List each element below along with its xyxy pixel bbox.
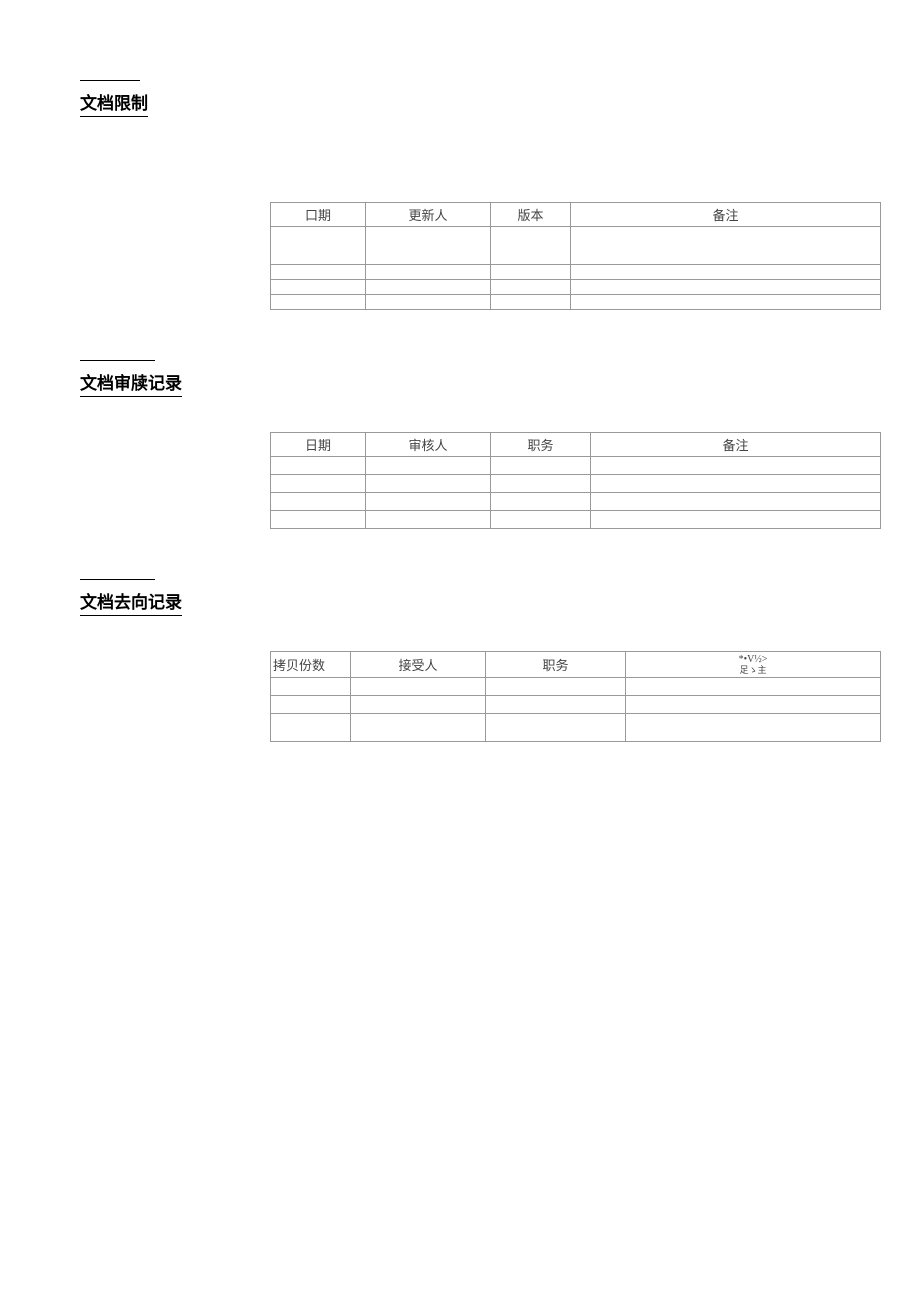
header-note-2: 足ゝ主 [630, 665, 876, 675]
table-row [271, 227, 881, 265]
col-recipient: 接受人 [351, 652, 486, 678]
table-row [271, 295, 881, 310]
table-row [271, 265, 881, 280]
section-document-review: 文档审牍记录 日期 审核人 职务 备注 [80, 360, 840, 529]
col-remark: 备注 [591, 433, 881, 457]
table-distribution: 拷贝份数 接受人 职务 *•V½> 足ゝ主 [270, 651, 881, 742]
col-date: 日期 [271, 433, 366, 457]
section-document-distribution: 文档去向记录 拷贝份数 接受人 职务 *•V½> 足ゝ主 [80, 579, 840, 742]
col-updater: 更新人 [366, 203, 491, 227]
table-review: 日期 审核人 职务 备注 [270, 432, 881, 529]
section-divider [80, 360, 155, 361]
table-row [271, 475, 881, 493]
table-row [271, 714, 881, 742]
header-note-1: *•V½> [630, 654, 876, 665]
table-header-row: 口期 更新人 版本 备注 [271, 203, 881, 227]
col-reviewer: 审核人 [366, 433, 491, 457]
table-row [271, 457, 881, 475]
col-remark: *•V½> 足ゝ主 [626, 652, 881, 678]
table-row [271, 696, 881, 714]
table-row [271, 511, 881, 529]
col-date: 口期 [271, 203, 366, 227]
table-restriction: 口期 更新人 版本 备注 [270, 202, 881, 310]
col-position: 职务 [491, 433, 591, 457]
col-version: 版本 [491, 203, 571, 227]
section-title-distribution: 文档去向记录 [80, 588, 182, 616]
section-title-review: 文档审牍记录 [80, 369, 182, 397]
section-divider [80, 579, 155, 580]
section-title-restriction: 文档限制 [80, 89, 148, 117]
table-row [271, 678, 881, 696]
table-header-row: 拷贝份数 接受人 职务 *•V½> 足ゝ主 [271, 652, 881, 678]
col-remark: 备注 [571, 203, 881, 227]
table-row [271, 493, 881, 511]
col-copies: 拷贝份数 [271, 652, 351, 678]
section-divider [80, 80, 140, 81]
table-row [271, 280, 881, 295]
section-document-restriction: 文档限制 口期 更新人 版本 备注 [80, 80, 840, 310]
col-position: 职务 [486, 652, 626, 678]
table-header-row: 日期 审核人 职务 备注 [271, 433, 881, 457]
